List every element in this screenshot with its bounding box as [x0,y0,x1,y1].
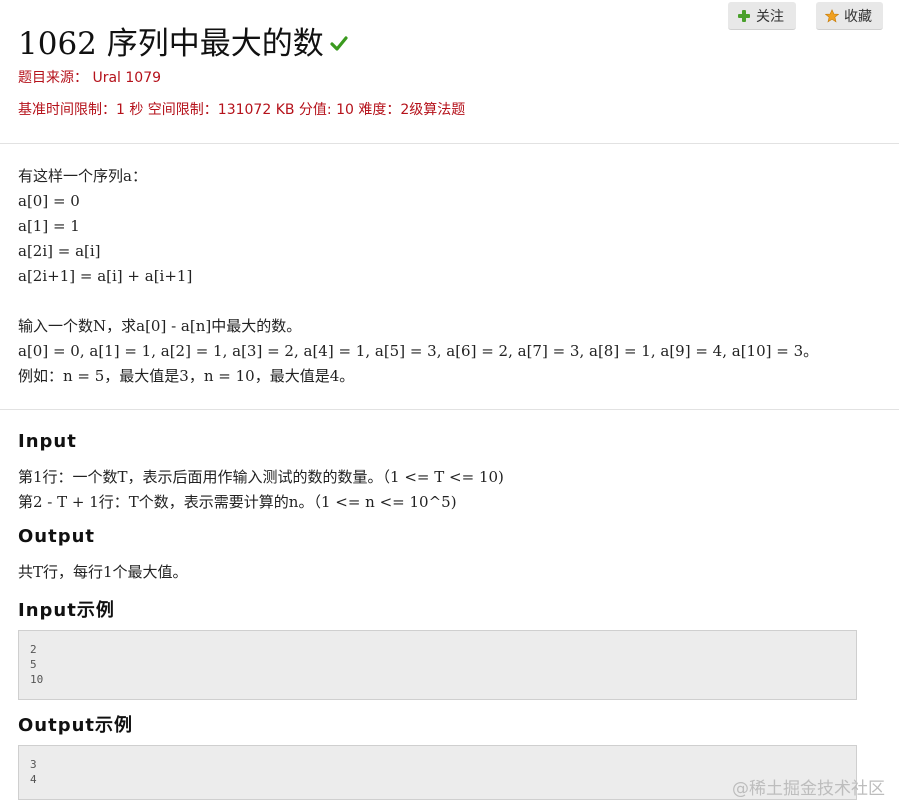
problem-description: 有这样一个序列a： a[0] = 0 a[1] = 1 a[2i] = a[i]… [0,144,899,410]
input-heading: Input [18,431,77,452]
output-example-section: Output示例 [18,711,133,737]
description-line: a[2i+1] = a[i] + a[i+1] [18,267,193,285]
problem-title: 1062 序列中最大的数 [18,26,324,62]
source-value: Ural 1079 [92,70,162,86]
follow-label: 关注 [756,8,784,25]
description-line: a[0] = 0 [18,192,80,210]
output-text: 共T行，每行1个最大值。 [18,560,188,585]
title-row: 1062 序列中最大的数 [18,18,348,63]
output-example-line: 4 [30,773,37,786]
description-line: 例如：n = 5，最大值是3，n = 10，最大值是4。 [18,367,355,385]
description-line: a[2i] = a[i] [18,242,101,260]
star-icon [825,8,839,22]
output-example-line: 3 [30,758,37,771]
output-heading: Output [18,526,96,547]
problem-source: 题目来源： Ural 1079 [18,67,161,87]
input-line: 第1行：一个数T，表示后面用作输入测试的数的数量。（1 <= T <= 10) [18,468,504,486]
input-example-line: 10 [30,673,44,686]
description-line [18,289,818,314]
solved-check-icon [330,35,348,51]
description-line: 有这样一个序列a： [18,167,147,185]
favorite-label: 收藏 [844,8,872,25]
input-example-box[interactable]: 2 5 10 [18,630,857,700]
description-line: a[1] = 1 [18,217,80,235]
favorite-button[interactable]: 收藏 [816,2,883,30]
input-example-line: 2 [30,643,37,656]
watermark: @稀土掘金技术社区 [732,779,885,799]
description-line: 输入一个数N，求a[0] - a[n]中最大的数。 [18,317,302,335]
input-example-heading: Input示例 [18,600,115,621]
problem-header: 1062 序列中最大的数 题目来源： Ural 1079 基准时间限制：1 秒 … [0,0,899,144]
output-section: Output [18,526,95,547]
input-example-section: Input示例 [18,596,115,622]
problem-limits: 基准时间限制：1 秒 空间限制：131072 KB 分值: 10 难度：2级算法… [18,102,466,118]
follow-button[interactable]: 关注 [728,2,796,30]
problem-page: 1062 序列中最大的数 题目来源： Ural 1079 基准时间限制：1 秒 … [0,0,899,803]
output-line: 共T行，每行1个最大值。 [18,563,188,581]
input-line: 第2 - T + 1行：T个数，表示需要计算的n。（1 <= n <= 10^5… [18,493,457,511]
plus-icon [738,9,750,22]
description-lines: 有这样一个序列a： a[0] = 0 a[1] = 1 a[2i] = a[i]… [18,164,818,389]
description-line: a[0] = 0, a[1] = 1, a[2] = 1, a[3] = 2, … [18,342,819,360]
output-example-heading: Output示例 [18,715,134,736]
input-example-line: 5 [30,658,37,671]
input-section: Input [18,431,77,452]
source-label: 题目来源： [18,70,88,86]
input-text: 第1行：一个数T，表示后面用作输入测试的数的数量。（1 <= T <= 10) … [18,465,504,515]
